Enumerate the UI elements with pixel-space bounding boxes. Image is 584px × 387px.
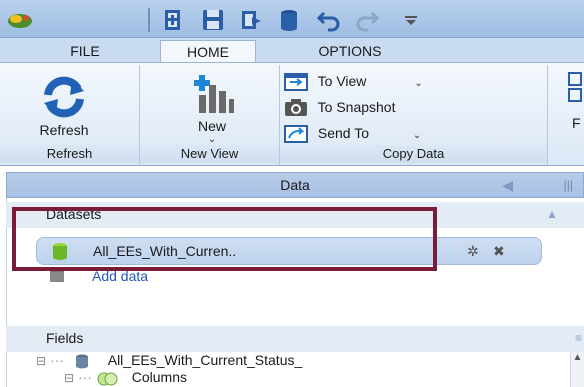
to-view-button[interactable]: To View ⌄	[284, 69, 524, 93]
chevron-down-icon: ⌄	[414, 78, 423, 89]
app-logo-icon	[8, 14, 32, 28]
tab-home[interactable]: HOME	[160, 40, 256, 62]
database-icon[interactable]	[276, 7, 302, 33]
tree-child-node[interactable]: ⊟ ··· Columns	[64, 369, 187, 386]
columns-icon	[97, 372, 118, 386]
dataset-settings-icon[interactable]: ✲	[467, 238, 479, 264]
tree-collapse-icon[interactable]: ⊟	[64, 371, 74, 385]
refresh-group-label: Refresh	[0, 145, 139, 163]
send-to-button[interactable]: Send To ⌄	[284, 121, 524, 145]
tab-options[interactable]: OPTIONS	[300, 40, 400, 62]
tree-line: ···	[49, 352, 64, 368]
grip-icon[interactable]: |||	[564, 173, 573, 197]
fields-section-header: Fields ≡	[6, 326, 584, 352]
data-panel-title: Data	[280, 177, 310, 193]
scroll-up-icon[interactable]: ▲	[571, 352, 584, 363]
toolbar-separator	[148, 8, 150, 32]
refresh-button[interactable]: Refresh	[14, 75, 114, 138]
collapse-left-icon[interactable]: ◀	[502, 173, 513, 197]
database-icon	[75, 354, 88, 369]
new-view-button[interactable]: New ⌄	[162, 71, 262, 145]
new-icon[interactable]	[160, 7, 186, 33]
quick-access-toolbar	[0, 0, 584, 38]
refresh-button-label: Refresh	[39, 122, 89, 138]
highlight-annotation	[12, 207, 437, 271]
copy-data-group-label: Copy Data	[280, 145, 547, 163]
tree-root-node[interactable]: ⊟ ··· All_EEs_With_Current_Status_	[36, 352, 302, 369]
open-icon[interactable]	[238, 7, 264, 33]
chevron-down-icon: ⌄	[412, 130, 422, 141]
tab-file[interactable]: FILE	[50, 40, 120, 62]
tree-child-label: Columns	[131, 369, 187, 385]
tree-collapse-icon[interactable]: ⊟	[36, 354, 46, 368]
fields-header-label: Fields	[46, 330, 84, 346]
camera-icon	[285, 99, 307, 117]
fields-scrollbar[interactable]: ▲	[570, 352, 584, 387]
tree-root-label: All_EEs_With_Current_Status_	[107, 352, 303, 368]
grip-icon[interactable]: ≡	[575, 326, 582, 350]
to-snapshot-label: To Snapshot	[317, 99, 396, 115]
customize-icon[interactable]	[398, 7, 424, 33]
send-to-label: Send To	[317, 125, 370, 141]
undo-icon[interactable]	[316, 7, 342, 33]
refresh-icon	[44, 76, 84, 118]
ribbon-tabs: FILE HOME OPTIONS	[0, 38, 584, 62]
new-chart-icon	[194, 75, 234, 113]
copy-data-group: To View ⌄ To Snapshot Send To ⌄ Copy Dat…	[280, 65, 548, 165]
ribbon: Refresh Refresh New ⌄ New View To View ⌄	[0, 62, 584, 166]
tree-line: ···	[77, 369, 92, 385]
redo-icon[interactable]	[354, 7, 380, 33]
new-view-group-label: New View	[140, 145, 279, 163]
to-snapshot-button[interactable]: To Snapshot	[284, 95, 524, 119]
collapse-up-icon[interactable]: ▲	[546, 202, 558, 226]
partial-group: F	[548, 65, 584, 165]
dataset-remove-icon[interactable]: ✖	[493, 238, 505, 264]
new-view-group: New ⌄ New View	[140, 65, 280, 165]
to-view-icon	[284, 73, 308, 92]
send-to-icon	[284, 125, 308, 144]
new-button-label: New	[197, 118, 226, 134]
refresh-group: Refresh Refresh	[0, 65, 140, 165]
data-panel-header: Data ◀ |||	[6, 172, 584, 198]
save-icon[interactable]	[200, 7, 226, 33]
chevron-down-icon: ⌄	[207, 134, 217, 145]
to-view-label: To View	[317, 73, 367, 89]
partial-group-text: F	[572, 115, 581, 131]
partial-icon	[568, 72, 582, 102]
